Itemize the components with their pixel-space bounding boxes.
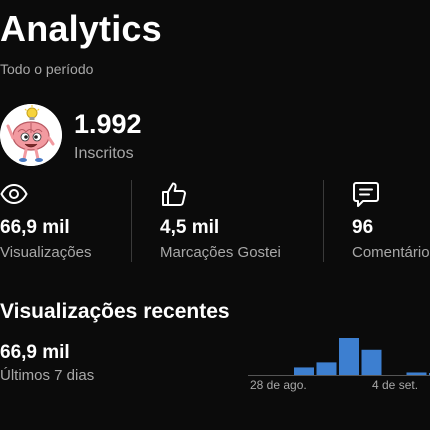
chart-bar bbox=[316, 362, 337, 375]
stat-value: 4,5 mil bbox=[160, 217, 220, 238]
chart-bar bbox=[339, 338, 359, 375]
period-selector[interactable]: Todo o período bbox=[0, 61, 93, 77]
stat-label: Marcações Gostei bbox=[160, 244, 281, 261]
thumbs-up-icon bbox=[162, 182, 186, 206]
chart-tick-label: 28 de ago. bbox=[250, 378, 307, 392]
recent-views-period: Últimos 7 dias bbox=[0, 367, 95, 384]
recent-views-title: Visualizações recentes bbox=[0, 300, 230, 323]
recent-views-chart[interactable]: 28 de ago. 4 de set. bbox=[248, 330, 430, 400]
comment-icon bbox=[353, 182, 379, 207]
stat-divider bbox=[131, 180, 132, 262]
chart-bar bbox=[361, 349, 382, 375]
chart-bar bbox=[406, 372, 427, 375]
stat-label: Comentários bbox=[352, 244, 430, 261]
page-title: Analytics bbox=[0, 8, 162, 49]
subscribers-count: 1.992 bbox=[74, 109, 142, 139]
chart-bar bbox=[294, 367, 314, 375]
stat-comments[interactable]: 96 Comentários bbox=[352, 180, 430, 264]
brain-lightbulb-icon bbox=[0, 104, 62, 166]
recent-views-value: 66,9 mil bbox=[0, 342, 70, 363]
stat-label: Visualizações bbox=[0, 244, 92, 261]
eye-icon bbox=[0, 183, 28, 205]
stat-divider bbox=[323, 180, 324, 262]
subscribers-label: Inscritos bbox=[74, 145, 134, 162]
stat-likes[interactable]: 4,5 mil Marcações Gostei bbox=[160, 180, 322, 264]
chart-tick-label: 4 de set. bbox=[372, 378, 418, 392]
stat-value: 96 bbox=[352, 217, 374, 238]
channel-avatar[interactable] bbox=[0, 104, 62, 166]
stat-views[interactable]: 66,9 mil Visualizações bbox=[0, 180, 130, 264]
stat-value: 66,9 mil bbox=[0, 217, 70, 238]
